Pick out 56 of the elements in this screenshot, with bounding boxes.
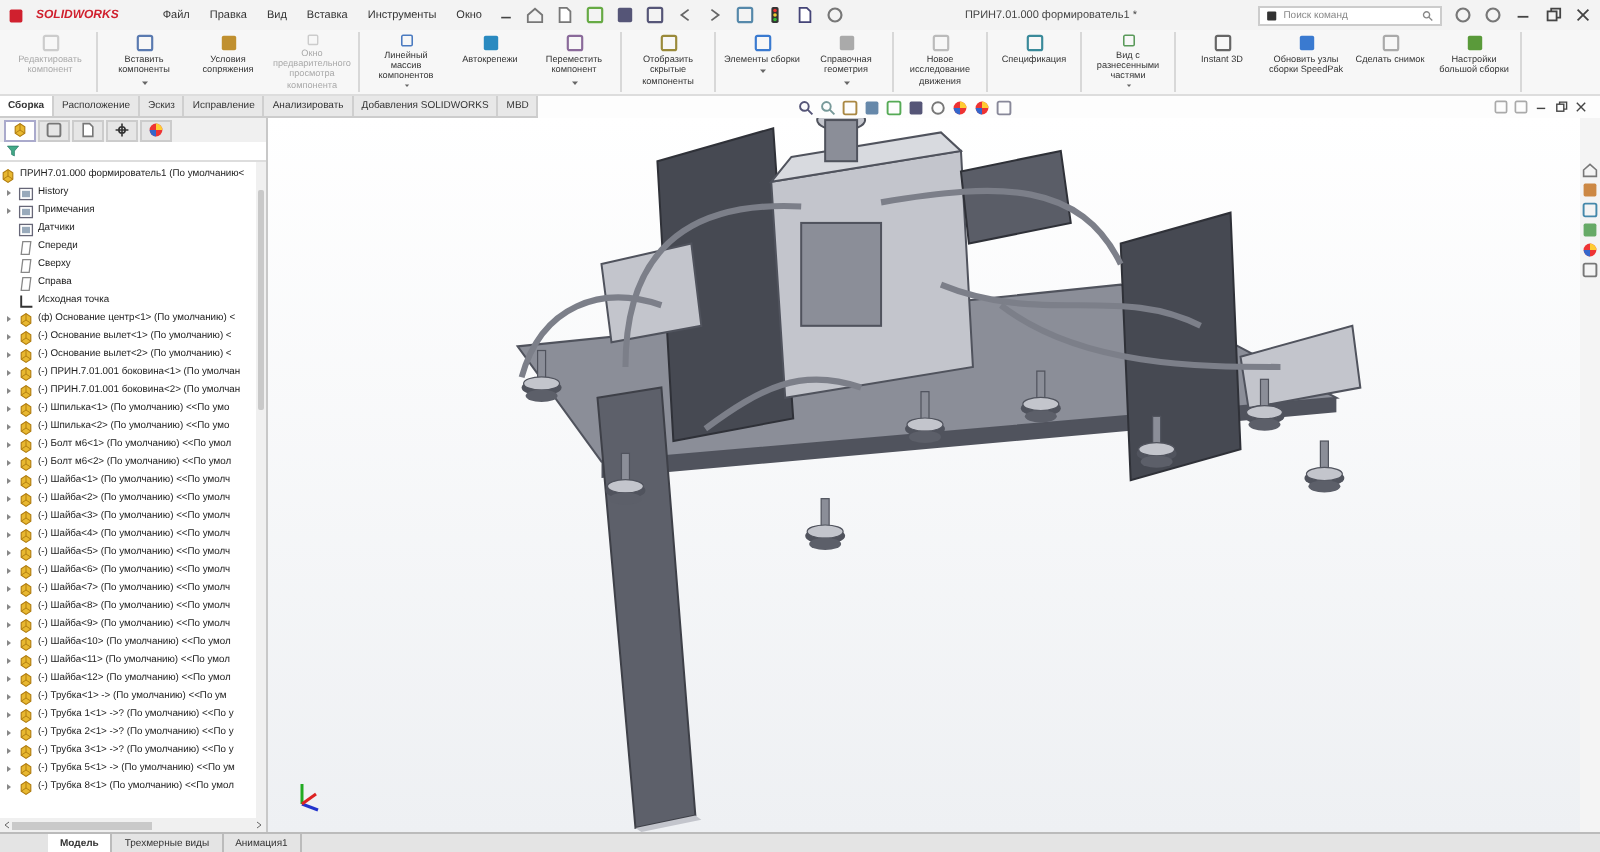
caret-icon [841, 77, 851, 88]
command-icon [219, 34, 237, 52]
command-icon [565, 34, 583, 52]
undo-icon[interactable] [675, 6, 694, 24]
zoom-area-icon[interactable] [820, 99, 837, 115]
command-icon [1297, 34, 1315, 52]
search-icon [1422, 9, 1434, 21]
logo-icon [8, 7, 24, 23]
close-icon[interactable] [1574, 100, 1588, 114]
command-icon [135, 34, 153, 52]
appearance-icon[interactable] [1582, 242, 1598, 258]
command-icon [1119, 34, 1137, 48]
command-icon [1465, 34, 1483, 52]
panel-tab[interactable] [140, 119, 172, 141]
zoom-to-fit-icon[interactable] [798, 99, 815, 115]
caret-icon [757, 66, 767, 77]
appearance-icon [148, 122, 164, 138]
scene-icon[interactable] [974, 99, 991, 115]
origin-icon [18, 293, 34, 309]
traffic-light-icon[interactable] [765, 6, 784, 24]
command-icon [837, 34, 855, 52]
caret-icon [569, 77, 579, 88]
panel-tab[interactable] [72, 119, 104, 141]
sensors-icon [18, 221, 34, 237]
command-icon [1213, 34, 1231, 52]
scroll-left-icon [2, 820, 12, 830]
annotations-icon [18, 203, 34, 219]
horizontal-scrollbar[interactable] [0, 818, 266, 832]
redo-icon[interactable] [705, 6, 724, 24]
command-icon [303, 34, 321, 46]
command-icon [753, 34, 771, 52]
command-icon [659, 34, 677, 52]
crosshair-icon [114, 122, 130, 138]
caret-icon [139, 77, 149, 88]
scroll-right-icon [254, 820, 264, 830]
command-icon [1025, 34, 1043, 52]
assembly-icon [0, 167, 16, 183]
command-icon [481, 34, 499, 52]
close-icon[interactable] [1574, 6, 1592, 24]
command-prompt-icon [1266, 9, 1278, 21]
command-icon [397, 34, 415, 48]
history-icon [18, 185, 34, 201]
appearance-icon[interactable] [952, 99, 969, 115]
command-icon [1381, 34, 1399, 52]
command-icon [931, 34, 949, 52]
home-icon[interactable] [525, 6, 544, 24]
home-icon[interactable] [1582, 162, 1598, 178]
restore-icon[interactable] [1544, 6, 1562, 24]
axis-triad-icon [296, 780, 324, 812]
new-document-icon[interactable] [555, 6, 574, 24]
vertical-scrollbar[interactable] [256, 162, 266, 818]
command-icon [41, 34, 59, 52]
restore-icon[interactable] [1554, 100, 1568, 114]
file-properties-icon[interactable] [795, 6, 814, 24]
panel-tab[interactable] [106, 119, 138, 141]
tree-tab-icon [12, 122, 28, 138]
